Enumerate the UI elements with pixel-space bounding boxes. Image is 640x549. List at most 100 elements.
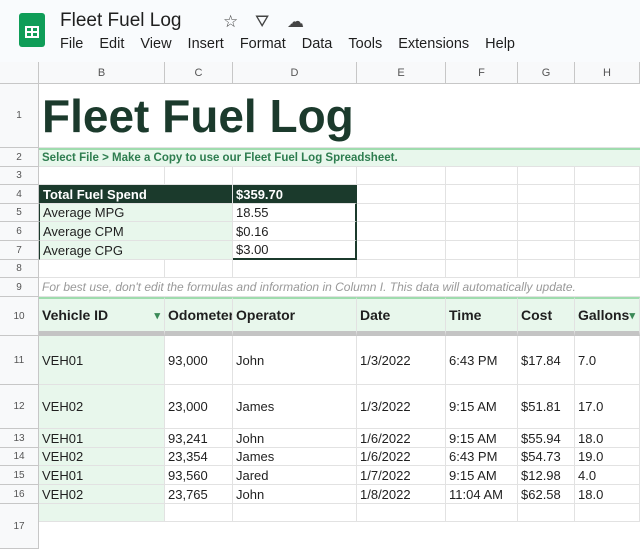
header-vehicle-id[interactable]: Vehicle ID ▾ bbox=[39, 297, 165, 336]
empty-cell[interactable] bbox=[446, 241, 518, 260]
row-header-7[interactable]: 7 bbox=[0, 241, 39, 260]
document-title[interactable]: Fleet Fuel Log bbox=[60, 10, 181, 32]
spreadsheet-grid[interactable]: B C D E F G H 1 2 3 4 5 6 7 8 9 10 11 12 13 14 15 16 17 Fleet Fu… bbox=[0, 62, 640, 549]
data-cell[interactable]: 1/6/2022 bbox=[357, 448, 446, 466]
data-cell[interactable]: VEH02 bbox=[39, 485, 165, 504]
column-header-H[interactable]: H bbox=[575, 62, 640, 84]
data-cell[interactable]: John bbox=[233, 485, 357, 504]
empty-cell[interactable] bbox=[357, 167, 446, 185]
data-cell[interactable]: 9:15 AM bbox=[446, 429, 518, 448]
empty-cell[interactable] bbox=[446, 185, 518, 204]
empty-cell[interactable] bbox=[518, 204, 575, 222]
data-cell[interactable]: 93,241 bbox=[165, 429, 233, 448]
data-cell[interactable]: 6:43 PM bbox=[446, 448, 518, 466]
move-to-drive-icon[interactable]: ⛛ bbox=[255, 12, 269, 32]
data-cell[interactable] bbox=[357, 504, 446, 522]
summary-value[interactable]: $359.70 bbox=[233, 185, 357, 204]
filter-dropdown-icon[interactable]: ▾ bbox=[629, 309, 635, 322]
select-all-corner[interactable] bbox=[0, 62, 39, 84]
header-gallons[interactable]: Gallons ▾ bbox=[575, 297, 640, 336]
header-date[interactable]: Date bbox=[357, 297, 446, 336]
data-cell[interactable]: Jared bbox=[233, 466, 357, 485]
summary-value[interactable]: $0.16 bbox=[233, 222, 357, 241]
empty-cell[interactable] bbox=[518, 222, 575, 241]
summary-value[interactable]: 18.55 bbox=[233, 204, 357, 222]
data-cell[interactable]: VEH01 bbox=[39, 336, 165, 385]
data-cell[interactable]: 1/6/2022 bbox=[357, 429, 446, 448]
data-cell[interactable]: John bbox=[233, 429, 357, 448]
empty-cell[interactable] bbox=[446, 167, 518, 185]
empty-cell[interactable] bbox=[575, 241, 640, 260]
row-header-16[interactable]: 16 bbox=[0, 485, 39, 504]
empty-cell[interactable] bbox=[357, 260, 446, 278]
column-header-B[interactable]: B bbox=[39, 62, 165, 84]
data-cell[interactable]: 6:43 PM bbox=[446, 336, 518, 385]
empty-cell[interactable] bbox=[518, 185, 575, 204]
empty-cell[interactable] bbox=[357, 204, 446, 222]
data-cell[interactable]: 1/8/2022 bbox=[357, 485, 446, 504]
header-time[interactable]: Time bbox=[446, 297, 518, 336]
data-cell[interactable]: $17.84 bbox=[518, 336, 575, 385]
empty-cell[interactable] bbox=[39, 167, 165, 185]
sheets-logo-icon[interactable] bbox=[19, 13, 45, 47]
data-cell[interactable]: 1/7/2022 bbox=[357, 466, 446, 485]
empty-cell[interactable] bbox=[233, 260, 357, 278]
menu-file[interactable]: File bbox=[60, 36, 83, 52]
menu-data[interactable]: Data bbox=[302, 36, 333, 52]
data-cell[interactable]: 11:04 AM bbox=[446, 485, 518, 504]
menu-extensions[interactable]: Extensions bbox=[398, 36, 469, 52]
empty-cell[interactable] bbox=[575, 185, 640, 204]
column-header-G[interactable]: G bbox=[518, 62, 575, 84]
empty-cell[interactable] bbox=[518, 241, 575, 260]
row-header-14[interactable]: 14 bbox=[0, 448, 39, 466]
column-header-F[interactable]: F bbox=[446, 62, 518, 84]
data-cell[interactable]: John bbox=[233, 336, 357, 385]
empty-cell[interactable] bbox=[165, 167, 233, 185]
empty-cell[interactable] bbox=[165, 260, 233, 278]
row-header-11[interactable]: 11 bbox=[0, 336, 39, 385]
data-cell[interactable]: VEH02 bbox=[39, 448, 165, 466]
empty-cell[interactable] bbox=[357, 222, 446, 241]
data-cell[interactable]: VEH01 bbox=[39, 429, 165, 448]
summary-value[interactable]: $3.00 bbox=[233, 241, 357, 260]
data-cell[interactable]: 93,000 bbox=[165, 336, 233, 385]
menu-view[interactable]: View bbox=[140, 36, 171, 52]
data-cell[interactable]: 93,560 bbox=[165, 466, 233, 485]
summary-label[interactable]: Average CPM bbox=[39, 222, 233, 241]
filter-dropdown-icon[interactable]: ▾ bbox=[154, 309, 160, 322]
empty-cell[interactable] bbox=[446, 222, 518, 241]
empty-cell[interactable] bbox=[575, 167, 640, 185]
row-header-5[interactable]: 5 bbox=[0, 204, 39, 222]
star-icon[interactable]: ☆ bbox=[223, 12, 238, 32]
row-header-2[interactable]: 2 bbox=[0, 148, 39, 167]
data-cell[interactable]: $54.73 bbox=[518, 448, 575, 466]
data-cell[interactable]: VEH02 bbox=[39, 385, 165, 429]
row-header-12[interactable]: 12 bbox=[0, 385, 39, 429]
data-cell[interactable]: James bbox=[233, 448, 357, 466]
data-cell[interactable]: 18.0 bbox=[575, 429, 640, 448]
sheet-heading[interactable]: Fleet Fuel Log bbox=[39, 84, 640, 148]
header-odometer[interactable]: Odometer bbox=[165, 297, 233, 336]
data-cell[interactable]: $12.98 bbox=[518, 466, 575, 485]
row-header-1[interactable]: 1 bbox=[0, 84, 39, 148]
empty-cell[interactable] bbox=[575, 204, 640, 222]
row-header-13[interactable]: 13 bbox=[0, 429, 39, 448]
empty-cell[interactable] bbox=[357, 241, 446, 260]
empty-cell[interactable] bbox=[575, 222, 640, 241]
menu-insert[interactable]: Insert bbox=[188, 36, 224, 52]
data-cell[interactable] bbox=[575, 504, 640, 522]
menu-tools[interactable]: Tools bbox=[348, 36, 382, 52]
row-header-3[interactable]: 3 bbox=[0, 167, 39, 185]
summary-label[interactable]: Average CPG bbox=[39, 241, 233, 260]
empty-cell[interactable] bbox=[575, 260, 640, 278]
empty-cell[interactable] bbox=[518, 167, 575, 185]
data-cell[interactable]: 9:15 AM bbox=[446, 466, 518, 485]
empty-cell[interactable] bbox=[357, 185, 446, 204]
data-cell[interactable]: VEH01 bbox=[39, 466, 165, 485]
header-operator[interactable]: Operator bbox=[233, 297, 357, 336]
empty-cell[interactable] bbox=[518, 260, 575, 278]
summary-label[interactable]: Total Fuel Spend bbox=[39, 185, 233, 204]
header-cost[interactable]: Cost bbox=[518, 297, 575, 336]
data-cell[interactable]: $55.94 bbox=[518, 429, 575, 448]
data-cell[interactable]: 7.0 bbox=[575, 336, 640, 385]
